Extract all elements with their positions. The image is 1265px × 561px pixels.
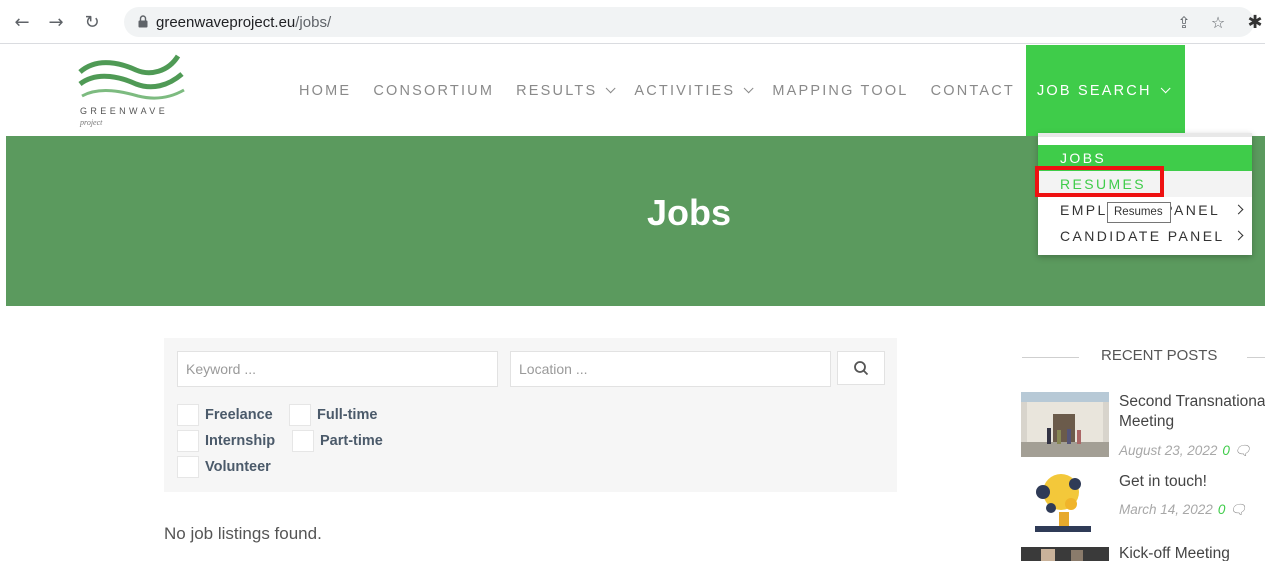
post-title-link[interactable]: Kick-off Meeting xyxy=(1119,544,1230,561)
menu-item-home[interactable]: HOME xyxy=(288,45,362,136)
comment-count[interactable]: 0 xyxy=(1218,502,1226,517)
post-date: August 23, 2022 0 🗨 xyxy=(1119,443,1251,459)
wave-logo-icon xyxy=(78,54,185,100)
menu-item-contact[interactable]: CONTACT xyxy=(920,45,1026,136)
comment-icon: 🗨 xyxy=(1233,443,1251,458)
menu-label: CONTACT xyxy=(930,82,1015,99)
checkbox-label-part-time: Part-time xyxy=(320,433,383,449)
checkbox-label-full-time: Full-time xyxy=(317,407,378,423)
main-menu: HOME CONSORTIUM RESULTS ACTIVITIES MAPPI… xyxy=(288,45,1185,136)
checkbox-full-time[interactable] xyxy=(289,404,311,426)
menu-label: ACTIVITIES xyxy=(634,82,736,99)
checkbox-freelance[interactable] xyxy=(177,404,199,426)
post-title-link[interactable]: Second Transnational xyxy=(1119,392,1265,412)
address-bar[interactable]: greenwaveproject.eu/jobs/ ⇪ ☆ xyxy=(124,7,1254,37)
empty-results-message: No job listings found. xyxy=(164,524,322,543)
job-search-form: Keyword ... Location ... Freelance Full-… xyxy=(164,338,897,492)
reload-icon[interactable]: ↻ xyxy=(80,10,104,34)
divider xyxy=(1247,357,1265,358)
chevron-right-icon xyxy=(1233,204,1244,215)
checkbox-label-volunteer: Volunteer xyxy=(205,459,271,475)
star-icon[interactable]: ☆ xyxy=(1208,12,1228,32)
menu-label: CONSORTIUM xyxy=(373,82,495,99)
dropdown-item-candidate-panel[interactable]: CANDIDATE PANEL xyxy=(1038,223,1252,249)
post-thumbnail-kick-off[interactable] xyxy=(1021,547,1109,561)
chevron-down-icon xyxy=(606,83,616,94)
site-header: GREENWAVE project HOME CONSORTIUM RESULT… xyxy=(0,45,1265,136)
checkbox-part-time[interactable] xyxy=(292,430,314,452)
checkbox-internship[interactable] xyxy=(177,430,199,452)
menu-item-mapping-tool[interactable]: MAPPING TOOL xyxy=(761,45,919,136)
chevron-down-icon xyxy=(743,83,754,94)
comment-icon: 🗨 xyxy=(1229,502,1247,517)
post-date-text: August 23, 2022 xyxy=(1119,443,1218,458)
recent-posts-title: RECENT POSTS xyxy=(1101,347,1218,364)
dropdown-label: CANDIDATE PANEL xyxy=(1060,228,1225,244)
post-title-link[interactable]: Meeting xyxy=(1119,412,1174,432)
forward-arrow-icon[interactable]: → xyxy=(44,10,68,34)
extensions-icon[interactable]: ✱ xyxy=(1243,10,1265,34)
lock-icon xyxy=(138,15,148,28)
menu-item-results[interactable]: RESULTS xyxy=(505,45,623,136)
menu-label: RESULTS xyxy=(516,82,598,99)
chevron-down-icon xyxy=(1160,83,1171,94)
menu-item-activities[interactable]: ACTIVITIES xyxy=(623,45,761,136)
greenwave-logo[interactable]: GREENWAVE project xyxy=(78,50,188,130)
divider xyxy=(1022,357,1079,358)
tooltip: Resumes xyxy=(1107,202,1171,223)
post-title-link[interactable]: Get in touch! xyxy=(1119,472,1207,492)
url-text: greenwaveproject.eu/jobs/ xyxy=(156,14,332,31)
post-thumbnail-meeting[interactable] xyxy=(1021,392,1109,457)
post-thumbnail-get-in-touch[interactable] xyxy=(1021,470,1109,538)
menu-item-consortium[interactable]: CONSORTIUM xyxy=(362,45,505,136)
menu-item-job-search[interactable]: JOB SEARCH xyxy=(1025,45,1185,136)
menu-label: MAPPING TOOL xyxy=(772,82,909,99)
browser-toolbar: ← → ↻ greenwaveproject.eu/jobs/ ⇪ ☆ ✱ xyxy=(0,0,1265,44)
highlight-box xyxy=(1035,166,1164,197)
chevron-right-icon xyxy=(1233,230,1244,241)
logo-subtitle: project xyxy=(80,118,103,127)
checkbox-label-internship: Internship xyxy=(205,433,276,449)
checkbox-label-freelance: Freelance xyxy=(205,407,273,423)
comment-count[interactable]: 0 xyxy=(1222,443,1230,458)
menu-label: JOB SEARCH xyxy=(1036,82,1152,99)
search-icon xyxy=(854,361,869,376)
location-input[interactable]: Location ... xyxy=(510,351,831,387)
back-arrow-icon[interactable]: ← xyxy=(10,10,34,34)
checkbox-volunteer[interactable] xyxy=(177,456,199,478)
post-date: March 14, 2022 0 🗨 xyxy=(1119,502,1246,518)
menu-label: HOME xyxy=(299,82,352,99)
search-button[interactable] xyxy=(837,351,885,385)
share-icon[interactable]: ⇪ xyxy=(1174,12,1194,32)
logo-wordmark: GREENWAVE xyxy=(80,106,169,116)
post-date-text: March 14, 2022 xyxy=(1119,502,1213,517)
keyword-input[interactable]: Keyword ... xyxy=(177,351,498,387)
